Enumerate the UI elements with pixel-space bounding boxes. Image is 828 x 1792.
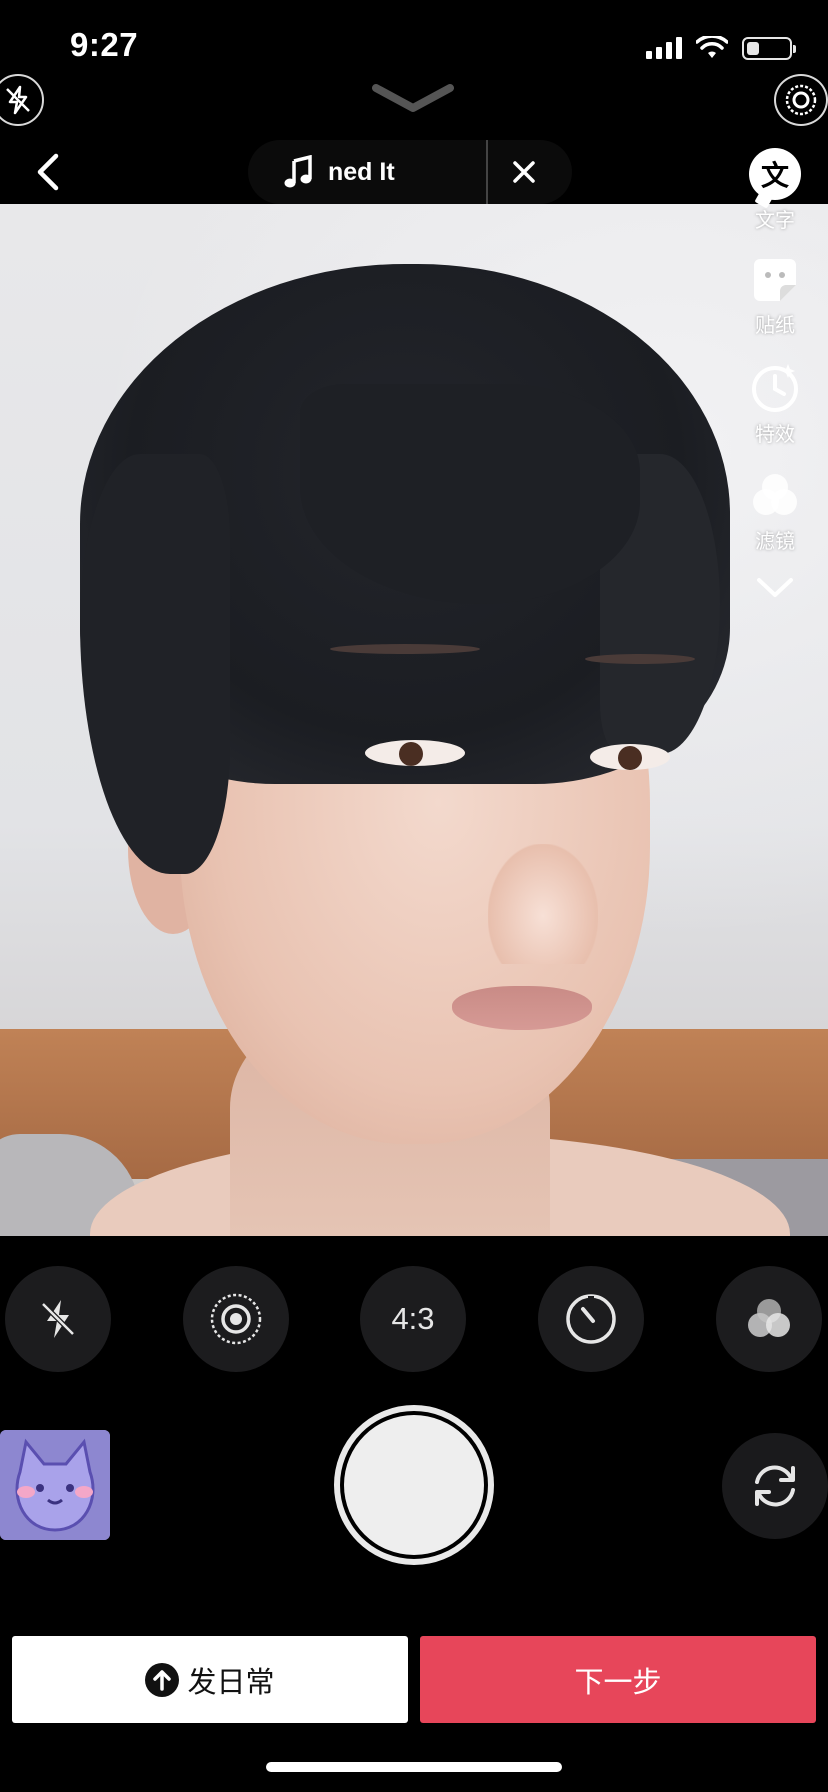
shutter-inner bbox=[344, 1415, 484, 1555]
gallery-preview-image bbox=[0, 1430, 110, 1540]
chevron-left-icon bbox=[37, 153, 59, 191]
flash-off-icon bbox=[41, 1300, 75, 1338]
preview-left-brow bbox=[330, 644, 480, 654]
beauty-icon bbox=[785, 84, 817, 116]
post-daily-button[interactable]: 发日常 bbox=[12, 1636, 408, 1723]
side-tool-sticker[interactable]: 贴纸 bbox=[750, 255, 800, 338]
side-tool-label: 文字 bbox=[755, 210, 795, 232]
music-title: ned It bbox=[328, 157, 395, 186]
shutter-button[interactable] bbox=[334, 1405, 494, 1565]
status-icons bbox=[646, 36, 796, 60]
flip-camera-icon bbox=[755, 1465, 795, 1507]
flip-camera-button[interactable] bbox=[722, 1433, 828, 1539]
filter-button[interactable] bbox=[716, 1266, 822, 1372]
timer-icon bbox=[566, 1294, 616, 1344]
flash-off-icon bbox=[6, 85, 30, 115]
aspect-ratio-button[interactable]: 4:3 bbox=[360, 1266, 466, 1372]
text-icon: 文 bbox=[749, 148, 801, 200]
sticker-icon bbox=[754, 259, 796, 301]
side-tool-rail: 文 文字 贴纸 特效 滤镜 bbox=[742, 148, 808, 622]
preview-nose bbox=[488, 844, 598, 964]
collapse-panel-button[interactable] bbox=[370, 82, 456, 119]
side-tool-filter[interactable]: 滤镜 bbox=[749, 469, 801, 554]
selected-music-pill[interactable]: ned It bbox=[248, 140, 572, 204]
side-tool-expand[interactable] bbox=[755, 576, 795, 600]
post-daily-label: 发日常 bbox=[187, 1666, 275, 1699]
wifi-icon bbox=[696, 36, 728, 58]
battery-level bbox=[747, 41, 759, 55]
music-note-icon bbox=[284, 155, 312, 188]
next-step-button[interactable]: 下一步 bbox=[420, 1636, 816, 1723]
preview-right-brow bbox=[585, 654, 695, 664]
timer-button[interactable] bbox=[538, 1266, 644, 1372]
side-tool-label: 贴纸 bbox=[755, 315, 795, 337]
close-icon bbox=[513, 161, 535, 183]
filter-icon bbox=[748, 1299, 790, 1337]
next-step-label: 下一步 bbox=[574, 1666, 662, 1699]
aspect-ratio-label: 4:3 bbox=[391, 1301, 435, 1336]
preview-left-eye bbox=[365, 740, 465, 766]
pill-divider bbox=[486, 140, 488, 204]
chevron-down-icon bbox=[757, 578, 793, 597]
side-tool-text[interactable]: 文 文字 bbox=[749, 148, 801, 233]
side-tool-effects[interactable]: 特效 bbox=[748, 360, 802, 447]
arrow-up-icon bbox=[145, 1662, 180, 1697]
filter-icon bbox=[753, 474, 797, 515]
camera-preview[interactable] bbox=[0, 204, 828, 1236]
gallery-thumbnail[interactable] bbox=[0, 1430, 110, 1540]
remove-music-button[interactable] bbox=[502, 150, 546, 194]
preview-lips bbox=[452, 986, 592, 1030]
chevron-down-icon bbox=[372, 84, 454, 112]
beauty-icon bbox=[210, 1293, 262, 1345]
beauty-corner-button[interactable] bbox=[774, 74, 828, 126]
preview-right-eye bbox=[590, 744, 670, 770]
flash-toggle-button[interactable] bbox=[5, 1266, 111, 1372]
cellular-signal-icon bbox=[646, 37, 682, 59]
side-tool-label: 滤镜 bbox=[755, 531, 795, 553]
back-button[interactable] bbox=[28, 150, 68, 194]
status-time: 9:27 bbox=[70, 26, 139, 63]
effects-icon bbox=[752, 364, 798, 412]
battery-icon bbox=[742, 36, 796, 60]
quick-controls: 4:3 bbox=[0, 1266, 828, 1374]
beauty-toggle-button[interactable] bbox=[183, 1266, 289, 1372]
flash-off-corner-button[interactable] bbox=[0, 74, 44, 126]
home-indicator bbox=[266, 1762, 562, 1772]
top-bar: ned It bbox=[0, 140, 828, 204]
side-tool-label: 特效 bbox=[755, 424, 795, 446]
